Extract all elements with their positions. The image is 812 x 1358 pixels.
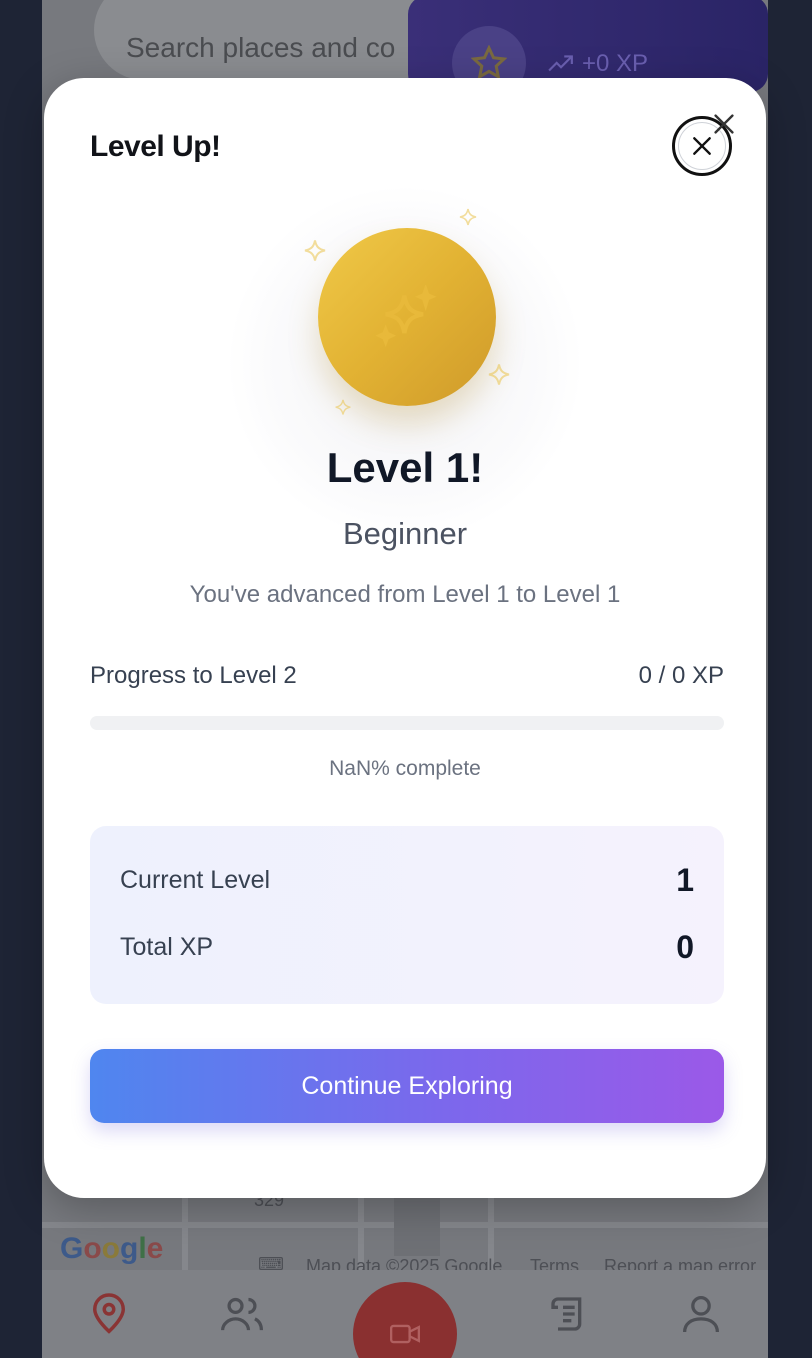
sparkle-icon [488, 364, 510, 385]
level-up-dialog: Level Up! Level 1! Beginner You've advan… [44, 78, 766, 1198]
level-coin-badge [318, 228, 496, 406]
sparkle-icon [335, 399, 351, 415]
continue-exploring-button[interactable]: Continue Exploring [90, 1049, 724, 1123]
progress-percent: NaN% complete [329, 757, 481, 780]
progress-bar [90, 716, 724, 730]
close-icon [693, 137, 711, 155]
bottom-nav [42, 1270, 768, 1358]
current-level-label: Current Level [120, 866, 271, 894]
sparkle-icon [459, 208, 477, 226]
level-heading: Level 1! [326, 444, 484, 491]
total-xp-value: 0 [676, 929, 694, 965]
map-pin-icon[interactable] [87, 1292, 131, 1336]
record-video-button[interactable] [352, 1282, 457, 1358]
total-xp-label: Total XP [120, 933, 214, 961]
close-x-icon[interactable] [712, 112, 736, 136]
scroll-icon[interactable] [546, 1292, 590, 1336]
level-advance-message: You've advanced from Level 1 to Level 1 [189, 581, 621, 608]
xp-badge-text: +0 XP [582, 50, 649, 77]
sparkles-icon [375, 285, 437, 347]
users-icon[interactable] [220, 1292, 264, 1336]
user-icon[interactable] [679, 1292, 723, 1336]
sparkle-icon [304, 240, 326, 261]
video-camera-icon [389, 1324, 420, 1344]
progress-xp: 0 / 0 XP [638, 662, 724, 689]
current-level-value: 1 [676, 862, 694, 898]
dialog-title: Level Up! [90, 130, 221, 163]
trending-up-icon [548, 55, 573, 72]
search-placeholder: Search places and co [126, 32, 396, 63]
progress-label: Progress to Level 2 [90, 662, 297, 689]
google-logo: Google [60, 1232, 164, 1265]
stats-card: Current Level 1 Total XP 0 [90, 826, 724, 1004]
level-name: Beginner [342, 516, 468, 551]
